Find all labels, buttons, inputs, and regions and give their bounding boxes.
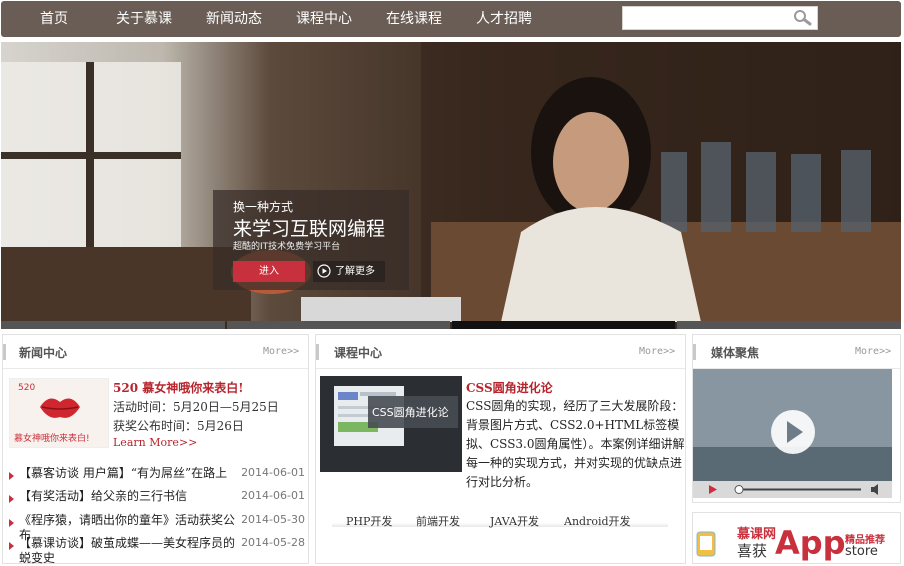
video-controls xyxy=(693,481,892,498)
news-feature-line-2: 获奖公布时间：5月26日 xyxy=(113,419,244,433)
play-icon xyxy=(317,264,331,278)
tab-frontend[interactable]: 前端开发 xyxy=(416,513,460,529)
news-panel-title: 新闻中心 xyxy=(19,346,68,360)
hero-title: 来学习互联网编程 xyxy=(233,218,386,240)
course-feature-title[interactable]: CSS圆角进化论 xyxy=(466,379,553,396)
media-panel-header: 媒体聚焦 More>> xyxy=(693,335,900,369)
news-item-date: 2014-06-01 xyxy=(241,466,305,479)
news-more-link[interactable]: More>> xyxy=(263,346,299,357)
nav-home[interactable]: 首页 xyxy=(40,1,68,37)
tab-android[interactable]: Android开发 xyxy=(564,513,631,529)
app-win-text: 喜获 xyxy=(737,542,768,560)
course-feature-description: CSS圆角的实现，经历了三大发展阶段：背景图片方式、CSS2.0+HTML标签模… xyxy=(466,399,685,489)
news-feature-title[interactable]: 520 慕女神哦你来表白! xyxy=(113,379,244,396)
hero-subtitle: 超酷的IT技术免费学习平台 xyxy=(233,242,341,252)
bullet-icon xyxy=(9,472,14,480)
news-feature-line-1: 活动时间：5月20日—5月25日 xyxy=(113,400,279,414)
news-item-date: 2014-05-28 xyxy=(241,536,305,549)
learn-more-label: 了解更多 xyxy=(335,266,375,277)
news-list-item[interactable]: 【有奖活动】给父亲的三行书信 2014-06-01 xyxy=(9,489,305,509)
course-panel: 课程中心 More>> CSS圆角进化论 CSS圆角进化论 CSS圆角的实现，经… xyxy=(315,334,686,564)
course-more-link[interactable]: More>> xyxy=(639,346,675,357)
phone-icon xyxy=(696,531,716,557)
news-item-text: 【有奖活动】给父亲的三行书信 xyxy=(19,489,188,503)
bullet-icon xyxy=(9,542,14,550)
course-feature-image[interactable]: CSS圆角进化论 xyxy=(320,376,462,472)
course-panel-header: 课程中心 More>> xyxy=(316,335,685,369)
hero-kicker: 换一种方式 xyxy=(233,200,294,214)
search-icon[interactable] xyxy=(791,9,813,27)
nav-courses[interactable]: 课程中心 xyxy=(296,1,352,37)
tab-php[interactable]: PHP开发 xyxy=(346,513,392,529)
media-panel: 媒体聚焦 More>> xyxy=(692,334,901,503)
news-list-item[interactable]: 【慕客访谈 用户篇】“有为屌丝”在路上 2014-06-01 xyxy=(9,466,305,486)
nav-about[interactable]: 关于慕课 xyxy=(116,1,172,37)
slide-indicators xyxy=(1,321,901,329)
search-box xyxy=(622,6,818,30)
news-learn-more[interactable]: Learn More>> xyxy=(113,436,197,449)
image-caption-top: 520 xyxy=(18,383,36,393)
video-control-bar xyxy=(709,484,878,495)
hero-banner: 换一种方式 来学习互联网编程 超酷的IT技术免费学习平台 进入 了解更多 xyxy=(1,42,901,329)
slide-indicator-1[interactable] xyxy=(1,321,225,329)
news-panel: 新闻中心 More>> 520 慕女神哦你来表白! 520 慕女神哦你来表白! … xyxy=(2,334,309,564)
news-list-item[interactable]: 【慕课访谈】破茧成蝶——美女程序员的蜕变史 2014-05-28 xyxy=(9,536,305,564)
video-player[interactable] xyxy=(693,369,892,498)
news-item-text: 【慕课访谈】破茧成蝶——美女程序员的蜕变史 xyxy=(19,536,236,564)
news-item-date: 2014-06-01 xyxy=(241,489,305,502)
learn-more-button[interactable]: 了解更多 xyxy=(313,261,385,282)
hero-caption-box: 换一种方式 来学习互联网编程 超酷的IT技术免费学习平台 进入 了解更多 xyxy=(213,190,409,290)
news-item-text: 【慕客访谈 用户篇】“有为屌丝”在路上 xyxy=(19,466,228,480)
search-input[interactable] xyxy=(625,9,791,27)
slide-indicator-2[interactable] xyxy=(227,321,450,329)
slide-indicator-4[interactable] xyxy=(677,321,901,329)
app-store-banner[interactable]: 慕课网 喜获 App 精品推荐 store xyxy=(692,512,901,564)
bullet-icon xyxy=(9,519,14,527)
enter-button[interactable]: 进入 xyxy=(233,261,305,282)
hero-photo xyxy=(1,42,901,322)
slide-indicator-3[interactable] xyxy=(452,321,675,329)
lips-icon xyxy=(40,398,80,418)
app-tag-store: store xyxy=(845,544,878,559)
course-panel-title: 课程中心 xyxy=(334,346,383,360)
course-screenshot xyxy=(320,376,462,472)
app-big-text: App xyxy=(775,524,846,562)
news-panel-header: 新闻中心 More>> xyxy=(3,335,308,369)
nav-news[interactable]: 新闻动态 xyxy=(206,1,262,37)
image-caption-bottom: 慕女神哦你来表白! xyxy=(14,434,90,444)
course-category-tabs: PHP开发 前端开发 JAVA开发 Android开发 xyxy=(332,513,668,529)
news-item-date: 2014-05-30 xyxy=(241,513,305,526)
nav-jobs[interactable]: 人才招聘 xyxy=(476,1,532,37)
bullet-icon xyxy=(9,495,14,503)
top-nav: 首页 关于慕课 新闻动态 课程中心 在线课程 人才招聘 xyxy=(1,1,901,37)
title-accent xyxy=(3,344,6,360)
video-frame xyxy=(693,369,892,481)
title-accent xyxy=(693,344,696,360)
tab-java[interactable]: JAVA开发 xyxy=(490,513,539,529)
course-image-text: CSS圆角进化论 xyxy=(372,406,449,419)
media-panel-title: 媒体聚焦 xyxy=(711,346,760,360)
news-list-item[interactable]: 《程序猿，请晒出你的童年》活动获奖公布 2014-05-30 xyxy=(9,513,305,542)
media-more-link[interactable]: More>> xyxy=(855,346,891,357)
title-accent xyxy=(316,344,319,360)
nav-online-courses[interactable]: 在线课程 xyxy=(386,1,442,37)
news-feature-image[interactable]: 520 慕女神哦你来表白! xyxy=(9,378,109,448)
